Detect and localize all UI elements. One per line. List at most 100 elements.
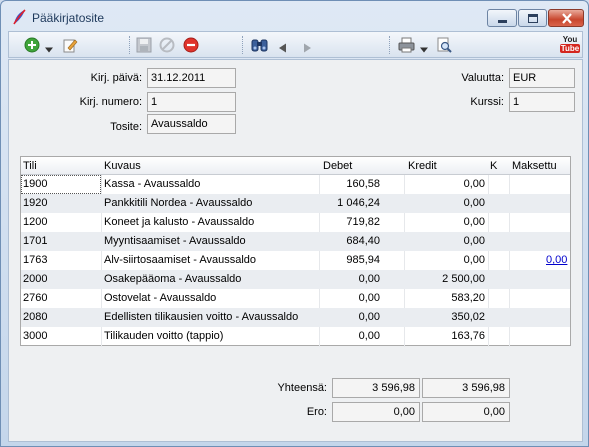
next-icon[interactable] xyxy=(304,40,311,56)
cell-tili[interactable]: 3000 xyxy=(23,330,47,342)
find-icon[interactable] xyxy=(251,37,268,53)
cell-kredit[interactable]: 2 500,00 xyxy=(442,273,485,285)
header-maksettu[interactable]: Maksettu xyxy=(512,160,557,172)
header-tili[interactable]: Tili xyxy=(23,160,37,172)
print-preview-icon[interactable] xyxy=(436,37,452,53)
total-debet-field: 3 596,98 xyxy=(332,378,420,398)
table-row[interactable]: 2760 Ostovelat - Avaussaldo 0,00 583,20 xyxy=(21,289,570,308)
cell-kuvaus[interactable]: Kassa - Avaussaldo xyxy=(104,178,200,190)
total-label: Yhteensä: xyxy=(277,382,327,394)
cell-debet[interactable]: 985,94 xyxy=(346,254,380,266)
close-button[interactable] xyxy=(548,9,584,27)
cell-debet[interactable]: 0,00 xyxy=(359,311,380,323)
form-panel: Kirj. päivä: 31.12.2011 Kirj. numero: 1 … xyxy=(8,59,583,442)
number-field[interactable]: 1 xyxy=(147,92,236,112)
cell-tili[interactable]: 1701 xyxy=(23,235,47,247)
minimize-button[interactable] xyxy=(487,9,517,27)
cell-kuvaus[interactable]: Tilikauden voitto (tappio) xyxy=(104,330,223,342)
title-bar[interactable]: Pääkirjatosite xyxy=(1,1,588,31)
cell-tili[interactable]: 2000 xyxy=(23,273,47,285)
minimize-icon xyxy=(498,20,507,23)
cell-kredit[interactable]: 0,00 xyxy=(464,254,485,266)
app-feather-icon xyxy=(13,9,26,25)
voucher-field[interactable]: Avaussaldo xyxy=(147,114,236,134)
table-row[interactable]: 2080 Edellisten tilikausien voitto - Ava… xyxy=(21,308,570,327)
header-kuvaus[interactable]: Kuvaus xyxy=(104,160,141,172)
dropdown-arrow-icon[interactable] xyxy=(420,42,428,58)
rate-field[interactable]: 1 xyxy=(509,92,575,112)
cell-kuvaus[interactable]: Ostovelat - Avaussaldo xyxy=(104,292,216,304)
youtube-logo-bottom: Tube xyxy=(560,44,580,53)
cell-tili[interactable]: 2760 xyxy=(23,292,47,304)
date-field[interactable]: 31.12.2011 xyxy=(147,68,236,88)
maximize-icon xyxy=(528,14,538,23)
voucher-window: Pääkirjatosite You Tube Kirj. päivä: 31.… xyxy=(0,0,589,447)
cell-kredit[interactable]: 350,02 xyxy=(451,311,485,323)
cell-kuvaus[interactable]: Koneet ja kalusto - Avaussaldo xyxy=(104,216,254,228)
table-header: Tili Kuvaus Debet Kredit K Maksettu xyxy=(21,157,570,175)
table-row[interactable]: 2000 Osakepääoma - Avaussaldo 0,00 2 500… xyxy=(21,270,570,289)
cell-tili[interactable]: 1900 xyxy=(23,178,47,190)
cell-debet[interactable]: 0,00 xyxy=(359,273,380,285)
cell-tili[interactable]: 2080 xyxy=(23,311,47,323)
cell-kredit[interactable]: 0,00 xyxy=(464,197,485,209)
total-kredit-field: 3 596,98 xyxy=(422,378,510,398)
cell-kuvaus[interactable]: Alv-siirtosaamiset - Avaussaldo xyxy=(104,254,256,266)
cell-maksettu-link[interactable]: 0,00 xyxy=(546,254,567,266)
voucher-label: Tosite: xyxy=(110,121,142,133)
edit-icon[interactable] xyxy=(62,37,78,53)
currency-field[interactable]: EUR xyxy=(509,68,575,88)
date-label: Kirj. päivä: xyxy=(90,72,142,84)
cell-kuvaus[interactable]: Edellisten tilikausien voitto - Avaussal… xyxy=(104,311,298,323)
table-row[interactable]: 1920 Pankkitili Nordea - Avaussaldo 1 04… xyxy=(21,194,570,213)
youtube-icon[interactable]: You Tube xyxy=(560,35,580,55)
delete-icon[interactable] xyxy=(183,37,199,53)
table-row[interactable]: 3000 Tilikauden voitto (tappio) 0,00 163… xyxy=(21,327,570,346)
cell-kuvaus[interactable]: Myyntisaamiset - Avaussaldo xyxy=(104,235,246,247)
cell-debet[interactable]: 1 046,24 xyxy=(337,197,380,209)
cell-kredit[interactable]: 583,20 xyxy=(451,292,485,304)
header-k[interactable]: K xyxy=(490,160,497,172)
cell-tili[interactable]: 1763 xyxy=(23,254,47,266)
toolbar-separator xyxy=(389,36,390,54)
table-row[interactable]: 1701 Myyntisaamiset - Avaussaldo 684,40 … xyxy=(21,232,570,251)
save-icon[interactable] xyxy=(136,37,152,53)
dropdown-arrow-icon[interactable] xyxy=(45,42,53,58)
table-row[interactable]: 1200 Koneet ja kalusto - Avaussaldo 719,… xyxy=(21,213,570,232)
close-icon xyxy=(562,13,572,24)
number-label: Kirj. numero: xyxy=(79,96,142,108)
header-kredit[interactable]: Kredit xyxy=(408,160,437,172)
add-icon[interactable] xyxy=(24,37,40,53)
entries-table[interactable]: Tili Kuvaus Debet Kredit K Maksettu 1900… xyxy=(20,156,571,347)
print-icon[interactable] xyxy=(398,37,415,53)
cell-kredit[interactable]: 163,76 xyxy=(451,330,485,342)
window-title: Pääkirjatosite xyxy=(32,11,105,25)
cell-kredit[interactable]: 0,00 xyxy=(464,178,485,190)
youtube-logo-top: You xyxy=(562,35,578,44)
cell-kredit[interactable]: 0,00 xyxy=(464,235,485,247)
maximize-button[interactable] xyxy=(518,9,547,27)
difference-kredit-field: 0,00 xyxy=(422,402,510,422)
currency-label: Valuutta: xyxy=(461,72,504,84)
toolbar-separator xyxy=(129,36,130,54)
cell-debet[interactable]: 719,82 xyxy=(346,216,380,228)
cell-tili[interactable]: 1200 xyxy=(23,216,47,228)
cell-debet[interactable]: 0,00 xyxy=(359,330,380,342)
cell-debet[interactable]: 160,58 xyxy=(346,178,380,190)
rate-label: Kurssi: xyxy=(470,96,504,108)
cell-kuvaus[interactable]: Osakepääoma - Avaussaldo xyxy=(104,273,241,285)
previous-icon[interactable] xyxy=(279,40,286,56)
table-row[interactable]: 1763 Alv-siirtosaamiset - Avaussaldo 985… xyxy=(21,251,570,270)
cancel-icon[interactable] xyxy=(159,37,175,53)
cell-debet[interactable]: 684,40 xyxy=(346,235,380,247)
difference-label: Ero: xyxy=(306,406,327,418)
toolbar-separator xyxy=(242,36,243,54)
table-row[interactable]: 1900 Kassa - Avaussaldo 160,58 0,00 xyxy=(21,175,570,194)
cell-kuvaus[interactable]: Pankkitili Nordea - Avaussaldo xyxy=(104,197,252,209)
difference-debet-field: 0,00 xyxy=(332,402,420,422)
cell-tili[interactable]: 1920 xyxy=(23,197,47,209)
cell-debet[interactable]: 0,00 xyxy=(359,292,380,304)
header-debet[interactable]: Debet xyxy=(323,160,352,172)
cell-kredit[interactable]: 0,00 xyxy=(464,216,485,228)
toolbar: You Tube xyxy=(8,31,583,58)
